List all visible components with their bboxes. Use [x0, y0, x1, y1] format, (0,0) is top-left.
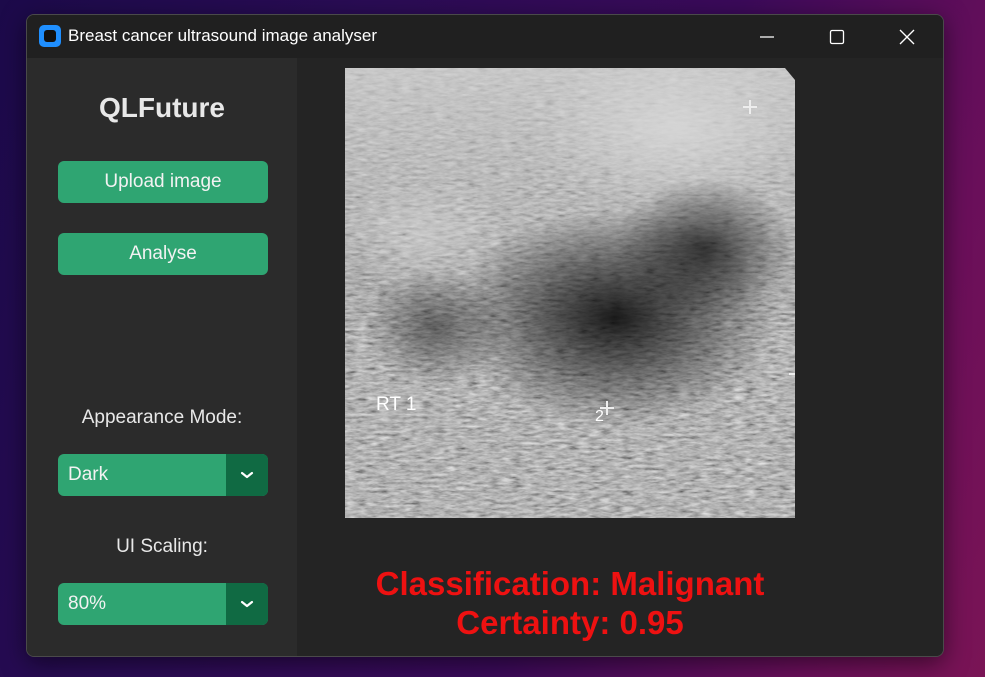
maximize-icon [829, 29, 845, 44]
close-button[interactable] [872, 15, 942, 58]
ultrasound-scan-picture [345, 68, 795, 518]
close-icon [899, 29, 915, 44]
ultrasound-image: RT 1 2 [345, 68, 795, 518]
ui-scaling-label: UI Scaling: [116, 536, 208, 557]
sidebar: QLFuture Upload image Analyse Appearance… [27, 58, 297, 656]
analyse-button[interactable]: Analyse [58, 233, 268, 275]
app-icon [39, 25, 61, 47]
title-bar[interactable]: Breast cancer ultrasound image analyser [27, 15, 943, 58]
chevron-down-icon [240, 471, 254, 479]
brand-title: QLFuture [99, 92, 225, 123]
classification-result: Classification: Malignant [375, 565, 765, 602]
appearance-mode-label: Appearance Mode: [81, 407, 243, 428]
upload-image-button[interactable]: Upload image [58, 161, 268, 203]
ui-scaling-value: 80% [68, 593, 107, 614]
certainty-result: Certainty: 0.95 [456, 604, 684, 641]
ui-scaling-dropdown[interactable]: 80% [58, 583, 268, 625]
minimize-button[interactable] [732, 15, 802, 58]
appearance-mode-dropdown[interactable]: Dark [58, 454, 268, 496]
ui-scaling-dropdown-toggle[interactable] [226, 583, 268, 625]
app-window: Breast cancer ultrasound image analyser … [26, 14, 944, 657]
minimize-icon [760, 35, 774, 38]
chevron-down-icon [240, 600, 254, 608]
window-title: Breast cancer ultrasound image analyser [68, 26, 377, 45]
main-panel: RT 1 2 Classification: Malignant Certain… [297, 58, 943, 656]
image-side-label: RT 1 [376, 394, 417, 415]
appearance-mode-value: Dark [68, 464, 109, 485]
appearance-dropdown-toggle[interactable] [226, 454, 268, 496]
maximize-button[interactable] [802, 15, 872, 58]
image-marker-label: 2 [595, 408, 604, 425]
